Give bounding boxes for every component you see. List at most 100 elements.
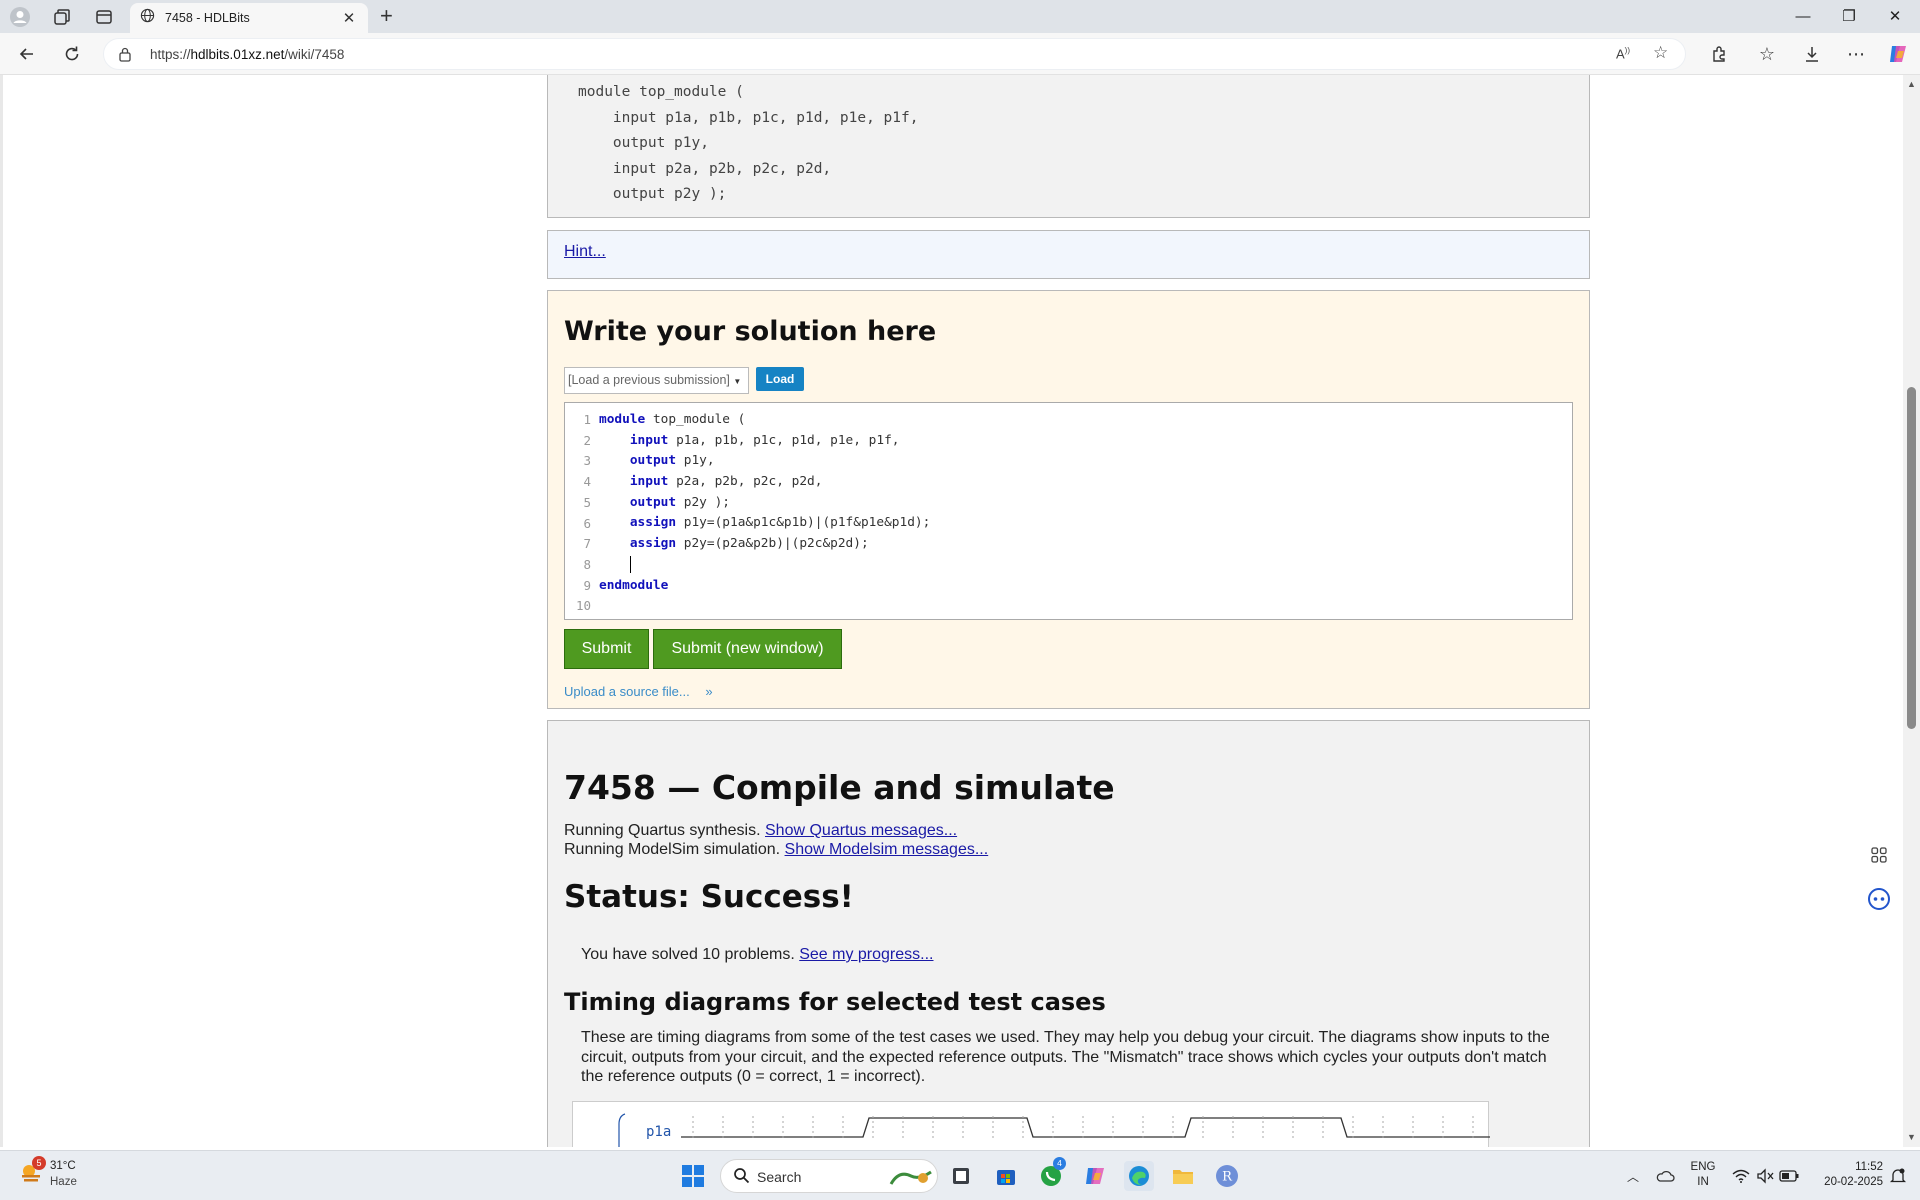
timing-title: Timing diagrams for selected test cases bbox=[564, 988, 1106, 1016]
code-line[interactable]: output p1y, bbox=[599, 451, 930, 472]
close-tab-icon[interactable]: ✕ bbox=[340, 9, 358, 27]
load-button[interactable]: Load bbox=[756, 367, 804, 391]
restore-icon[interactable]: ❐ bbox=[1826, 4, 1872, 30]
wave-signal-label: p1a bbox=[646, 1124, 672, 1140]
sidebar-assistant-icon[interactable] bbox=[1865, 885, 1893, 913]
copilot-icon[interactable] bbox=[1886, 42, 1910, 66]
search-placeholder: Search bbox=[757, 1169, 802, 1185]
back-icon[interactable] bbox=[15, 42, 39, 66]
start-button[interactable] bbox=[678, 1161, 708, 1191]
whatsapp-badge: 4 bbox=[1053, 1157, 1066, 1170]
line-number: 3 bbox=[583, 453, 591, 469]
page-scrollbar[interactable]: ▲ ▼ bbox=[1903, 75, 1920, 1147]
line-number: 8 bbox=[583, 556, 591, 572]
code-keyword: endmodule bbox=[599, 577, 669, 593]
solution-title: Write your solution here bbox=[564, 316, 937, 347]
language-code: ENG bbox=[1690, 1161, 1716, 1173]
quartus-messages-link[interactable]: Show Quartus messages... bbox=[765, 822, 957, 839]
tray-chevron-up-icon[interactable]: ︿ bbox=[1618, 1161, 1648, 1191]
favorites-icon[interactable]: ☆ bbox=[1755, 42, 1779, 66]
browser-toolbar: https://hdlbits.01xz.net/wiki/7458 A)) ☆… bbox=[0, 33, 1920, 75]
code-keyword: input bbox=[629, 432, 669, 448]
refresh-icon[interactable] bbox=[60, 42, 84, 66]
code-line[interactable]: output p2y ); bbox=[599, 493, 930, 514]
code-line[interactable]: module top_module ( bbox=[599, 410, 930, 431]
code-line[interactable] bbox=[599, 555, 930, 576]
minimize-icon[interactable]: — bbox=[1780, 4, 1826, 30]
hint-link[interactable]: Hint... bbox=[564, 243, 606, 261]
load-previous-select[interactable]: [Load a previous submission] ▼ bbox=[564, 367, 749, 394]
close-window-icon[interactable]: ✕ bbox=[1872, 4, 1918, 30]
extensions-icon[interactable] bbox=[1707, 42, 1731, 66]
onedrive-icon[interactable] bbox=[1650, 1161, 1680, 1191]
whatsapp-icon[interactable]: 4 bbox=[1036, 1157, 1066, 1191]
scrollbar-thumb[interactable] bbox=[1907, 387, 1916, 729]
code-line[interactable] bbox=[599, 596, 930, 617]
code-keyword: module bbox=[599, 412, 646, 427]
code-text: p2y ); bbox=[676, 494, 730, 510]
solution-panel: Write your solution here [Load a previou… bbox=[547, 290, 1590, 709]
quartus-line: Running Quartus synthesis. Show Quartus … bbox=[564, 822, 957, 840]
downloads-icon[interactable] bbox=[1800, 42, 1824, 66]
workspaces-icon[interactable] bbox=[50, 5, 74, 29]
weather-badge: 5 bbox=[32, 1156, 46, 1170]
timing-description: These are timing diagrams from some of t… bbox=[581, 1029, 1550, 1085]
taskbar-search[interactable]: Search bbox=[720, 1159, 938, 1193]
favorite-star-icon[interactable]: ☆ bbox=[1653, 43, 1668, 63]
code-keyword: output bbox=[629, 494, 677, 510]
code-text: p1a, p1b, p1c, p1d, p1e, p1f, bbox=[668, 432, 900, 448]
code-line[interactable]: assign p1y=(p1a&p1c&p1b)|(p1f&p1e&p1d); bbox=[599, 513, 930, 534]
edge-browser-icon[interactable] bbox=[1124, 1161, 1154, 1191]
waveform-graphic bbox=[618, 1113, 1490, 1147]
desktop-screen: 7458 - HDLBits ✕ + — ❐ ✕ https://hdlbits… bbox=[0, 0, 1920, 1200]
vertical-tabs-icon[interactable] bbox=[92, 5, 116, 29]
profile-r-icon[interactable]: R bbox=[1212, 1161, 1242, 1191]
language-indicator[interactable]: ENG IN bbox=[1688, 1160, 1718, 1190]
code-line[interactable]: assign p2y=(p2a&p2b)|(p2c&p2d); bbox=[599, 534, 930, 555]
new-tab-button[interactable]: + bbox=[380, 4, 393, 28]
microsoft-store-icon[interactable] bbox=[991, 1161, 1021, 1191]
file-explorer-dark-icon[interactable] bbox=[946, 1161, 976, 1191]
code-keyword: assign bbox=[629, 515, 677, 531]
submit-new-window-button[interactable]: Submit (new window) bbox=[653, 629, 842, 669]
copilot-taskbar-icon[interactable] bbox=[1080, 1161, 1110, 1191]
weather-widget[interactable]: 5 31°C Haze bbox=[18, 1156, 77, 1190]
line-number-gutter: 1 2 3 4 5 6 7 8 9 10 bbox=[565, 410, 591, 617]
hint-box: Hint... bbox=[547, 230, 1590, 279]
timing-diagram: p1a bbox=[572, 1101, 1490, 1147]
code-text: p1y, bbox=[676, 453, 715, 469]
read-aloud-icon[interactable]: A)) bbox=[1616, 46, 1630, 61]
battery-icon[interactable] bbox=[1774, 1161, 1804, 1191]
modelsim-line: Running ModelSim simulation. Show Models… bbox=[564, 841, 988, 859]
quartus-text: Running Quartus synthesis. bbox=[564, 822, 765, 839]
scroll-up-icon[interactable]: ▲ bbox=[1906, 79, 1917, 89]
address-bar[interactable]: https://hdlbits.01xz.net/wiki/7458 A)) ☆ bbox=[103, 38, 1686, 70]
file-explorer-icon[interactable] bbox=[1168, 1161, 1198, 1191]
code-keyword: output bbox=[629, 453, 677, 469]
clock[interactable]: 11:52 20-02-2025 bbox=[1807, 1160, 1883, 1190]
notification-icon[interactable] bbox=[1883, 1161, 1913, 1191]
code-line[interactable]: input p1a, p1b, p1c, p1d, p1e, p1f, bbox=[599, 431, 930, 452]
profile-icon[interactable] bbox=[8, 5, 32, 29]
modelsim-text: Running ModelSim simulation. bbox=[564, 841, 785, 858]
see-progress-link[interactable]: See my progress... bbox=[799, 946, 933, 963]
line-number: 1 bbox=[583, 412, 591, 427]
scroll-down-icon[interactable]: ▼ bbox=[1906, 1132, 1917, 1142]
lock-icon[interactable] bbox=[118, 46, 132, 67]
code-lines[interactable]: module top_module ( input p1a, p1b, p1c,… bbox=[599, 410, 930, 617]
more-menu-icon[interactable]: ⋯ bbox=[1844, 42, 1868, 66]
upload-source-link[interactable]: Upload a source file... » bbox=[564, 684, 713, 699]
results-title: 7458 — Compile and simulate bbox=[564, 768, 1115, 807]
browser-tab-active[interactable]: 7458 - HDLBits ✕ bbox=[130, 3, 368, 33]
weather-condition: Haze bbox=[50, 1176, 77, 1188]
submit-button[interactable]: Submit bbox=[564, 629, 649, 669]
modelsim-messages-link[interactable]: Show Modelsim messages... bbox=[785, 841, 989, 858]
code-line[interactable]: endmodule bbox=[599, 576, 930, 597]
text-cursor bbox=[629, 555, 631, 573]
code-editor[interactable]: 1 2 3 4 5 6 7 8 9 10 module top_module ( input p1… bbox=[564, 402, 1573, 620]
sidebar-apps-icon[interactable] bbox=[1865, 841, 1893, 869]
progress-text: You have solved 10 problems. bbox=[581, 946, 800, 963]
upload-source-label: Upload a source file... bbox=[564, 684, 690, 699]
browser-tab-strip: 7458 - HDLBits ✕ + — ❐ ✕ bbox=[0, 0, 1920, 33]
code-line[interactable]: input p2a, p2b, p2c, p2d, bbox=[599, 472, 930, 493]
